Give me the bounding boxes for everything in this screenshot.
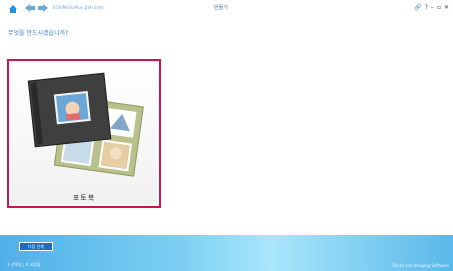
bottom-bar: 다음 단계 1 선택됨 | 0 보류됨 Photo and Imaging So… (0, 235, 453, 271)
window-controls: 🔗 ? – ▫ ✕ (414, 3, 449, 12)
project-tile-photobook[interactable]: 포토북 (7, 59, 161, 208)
page-question: 무엇을 만드시겠습니까? (8, 30, 69, 37)
tile-label: 포토북 (72, 194, 96, 202)
photobook-icon (27, 72, 144, 177)
title-bar: EOS/MediaPlus 플래시/카피 만들기 🔗 ? – ▫ ✕ (0, 0, 453, 16)
create-button[interactable]: 다음 단계 (19, 242, 53, 251)
link-icon[interactable]: 🔗 (414, 3, 421, 12)
maximize-icon[interactable]: ▫ (437, 3, 441, 12)
window-title: 만들기 (214, 5, 228, 11)
forward-arrow-icon[interactable] (37, 3, 48, 13)
back-arrow-icon[interactable] (24, 3, 35, 13)
brand-label: Photo and Imaging Software (392, 263, 449, 268)
help-icon[interactable]: ? (425, 3, 428, 12)
breadcrumb[interactable]: EOS/MediaPlus 플래시/카피 (53, 5, 104, 11)
tile-background: 포토북 (11, 63, 157, 204)
minimize-icon[interactable]: – (431, 3, 434, 12)
close-icon[interactable]: ✕ (444, 3, 449, 12)
home-icon[interactable] (8, 4, 18, 13)
selection-status[interactable]: 1 선택됨 | 0 보류됨 (7, 262, 41, 268)
